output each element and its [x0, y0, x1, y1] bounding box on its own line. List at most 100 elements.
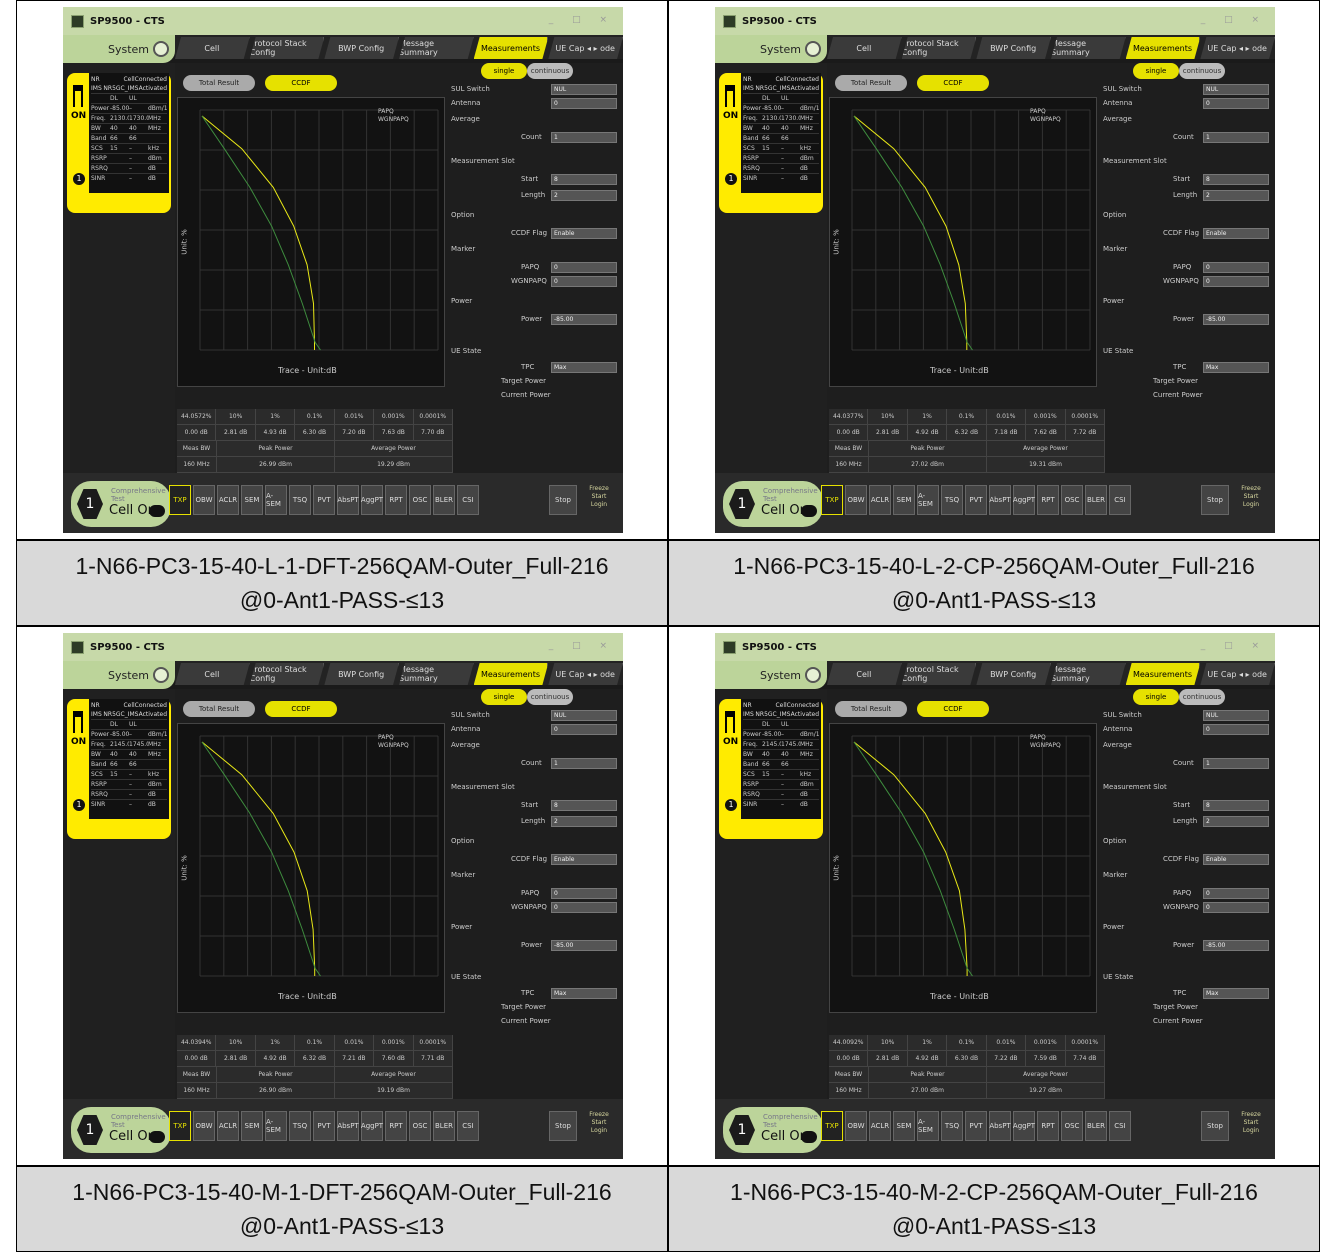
test-button-tsq[interactable]: TSQ — [941, 485, 963, 515]
setting-length-input[interactable]: 2 — [551, 816, 617, 827]
setting-ccdf-flag-input[interactable]: Enable — [551, 228, 617, 239]
window-controls[interactable]: _ □ × — [1201, 641, 1267, 651]
mode-continuous-button[interactable]: continuous — [527, 689, 573, 705]
setting-ccdf-flag-input[interactable]: Enable — [1203, 854, 1269, 865]
setting-sul-switch-input[interactable]: NUL — [551, 84, 617, 95]
setting-antenna-input[interactable]: 0 — [551, 98, 617, 109]
test-button-aclr[interactable]: ACLR — [869, 1111, 891, 1141]
test-button-abspt[interactable]: AbsPT — [989, 485, 1011, 515]
test-button-sem[interactable]: SEM — [893, 1111, 915, 1141]
test-button-rpt[interactable]: RPT — [385, 1111, 407, 1141]
test-button-sem[interactable]: SEM — [241, 1111, 263, 1141]
ccdf-button[interactable]: CCDF — [917, 701, 989, 717]
setting-length-input[interactable]: 2 — [1203, 190, 1269, 201]
tab-message-summary[interactable]: Message Summary — [1051, 37, 1126, 59]
test-button-obw[interactable]: OBW — [193, 1111, 215, 1141]
ccdf-button[interactable]: CCDF — [265, 701, 337, 717]
setting-power-input[interactable]: -85.00 — [551, 940, 617, 951]
tab-ue-cap-ode[interactable]: UE Cap ◂ ▸ ode — [1200, 663, 1275, 685]
cell-on-toggle[interactable] — [801, 1131, 817, 1143]
test-button-asem[interactable]: A-SEM — [265, 485, 287, 515]
setting-wgnpapq-input[interactable]: 0 — [551, 276, 617, 287]
cell-on-toggle[interactable] — [149, 1131, 165, 1143]
cell-on-control[interactable]: 1 Comprehensive Test Cell On — [723, 481, 823, 527]
tab-message-summary[interactable]: Message Summary — [399, 663, 474, 685]
tab-cell[interactable]: Cell — [175, 663, 250, 685]
test-button-obw[interactable]: OBW — [193, 485, 215, 515]
test-button-bler[interactable]: BLER — [433, 1111, 455, 1141]
tab-protocol-stack-config[interactable]: Protocol Stack Config — [249, 37, 325, 59]
tab-message-summary[interactable]: Message Summary — [1051, 663, 1126, 685]
tab-cell[interactable]: Cell — [827, 663, 902, 685]
total-result-button[interactable]: Total Result — [183, 701, 255, 717]
test-button-csi[interactable]: CSI — [1109, 1111, 1131, 1141]
test-button-pvt[interactable]: PVT — [313, 1111, 335, 1141]
test-button-osc[interactable]: OSC — [1061, 1111, 1083, 1141]
test-button-osc[interactable]: OSC — [1061, 485, 1083, 515]
test-button-txp[interactable]: TXP — [821, 485, 843, 515]
tab-measurements[interactable]: Measurements — [473, 37, 549, 59]
setting-power-input[interactable]: -85.00 — [551, 314, 617, 325]
tab-message-summary[interactable]: Message Summary — [399, 37, 474, 59]
test-button-asem[interactable]: A-SEM — [265, 1111, 287, 1141]
tab-protocol-stack-config[interactable]: Protocol Stack Config — [249, 663, 325, 685]
test-button-sem[interactable]: SEM — [893, 485, 915, 515]
tab-ue-cap-ode[interactable]: UE Cap ◂ ▸ ode — [548, 37, 623, 59]
window-controls[interactable]: _ □ × — [549, 641, 615, 651]
setting-sul-switch-input[interactable]: NUL — [1203, 84, 1269, 95]
test-button-bler[interactable]: BLER — [1085, 485, 1107, 515]
setting-wgnpapq-input[interactable]: 0 — [551, 902, 617, 913]
system-button[interactable]: System — [63, 661, 175, 689]
setting-papq-input[interactable]: 0 — [1203, 262, 1269, 273]
test-button-osc[interactable]: OSC — [409, 1111, 431, 1141]
tab-cell[interactable]: Cell — [175, 37, 250, 59]
mode-single-button[interactable]: single — [481, 63, 527, 79]
test-button-pvt[interactable]: PVT — [313, 485, 335, 515]
test-button-aclr[interactable]: ACLR — [217, 1111, 239, 1141]
tab-measurements[interactable]: Measurements — [1125, 37, 1201, 59]
test-button-tsq[interactable]: TSQ — [289, 485, 311, 515]
test-button-bler[interactable]: BLER — [433, 485, 455, 515]
setting-tpc-input[interactable]: Max — [1203, 362, 1269, 373]
system-button[interactable]: System — [715, 661, 827, 689]
setting-papq-input[interactable]: 0 — [1203, 888, 1269, 899]
setting-power-input[interactable]: -85.00 — [1203, 314, 1269, 325]
cell-on-control[interactable]: 1 Comprehensive Test Cell On — [723, 1107, 823, 1153]
test-button-abspt[interactable]: AbsPT — [337, 1111, 359, 1141]
tab-measurements[interactable]: Measurements — [1125, 663, 1201, 685]
setting-length-input[interactable]: 2 — [1203, 816, 1269, 827]
test-button-rpt[interactable]: RPT — [1037, 1111, 1059, 1141]
setting-power-input[interactable]: -85.00 — [1203, 940, 1269, 951]
test-button-pvt[interactable]: PVT — [965, 485, 987, 515]
setting-start-input[interactable]: 8 — [1203, 800, 1269, 811]
test-button-sem[interactable]: SEM — [241, 485, 263, 515]
setting-tpc-input[interactable]: Max — [551, 988, 617, 999]
test-button-obw[interactable]: OBW — [845, 485, 867, 515]
mode-single-button[interactable]: single — [1133, 63, 1179, 79]
test-button-aggpt[interactable]: AggPT — [1013, 1111, 1035, 1141]
test-button-asem[interactable]: A-SEM — [917, 1111, 939, 1141]
stop-button[interactable]: Stop — [549, 1111, 577, 1141]
total-result-button[interactable]: Total Result — [183, 75, 255, 91]
ccdf-button[interactable]: CCDF — [917, 75, 989, 91]
setting-length-input[interactable]: 2 — [551, 190, 617, 201]
test-button-aclr[interactable]: ACLR — [869, 485, 891, 515]
mode-continuous-button[interactable]: continuous — [1179, 63, 1225, 79]
cell-on-toggle[interactable] — [801, 505, 817, 517]
setting-antenna-input[interactable]: 0 — [551, 724, 617, 735]
setting-count-input[interactable]: 1 — [551, 132, 617, 143]
setting-ccdf-flag-input[interactable]: Enable — [1203, 228, 1269, 239]
tab-ue-cap-ode[interactable]: UE Cap ◂ ▸ ode — [548, 663, 623, 685]
test-button-txp[interactable]: TXP — [169, 485, 191, 515]
mode-continuous-button[interactable]: continuous — [1179, 689, 1225, 705]
stop-button[interactable]: Stop — [1201, 1111, 1229, 1141]
test-button-aclr[interactable]: ACLR — [217, 485, 239, 515]
tab-cell[interactable]: Cell — [827, 37, 902, 59]
setting-wgnpapq-input[interactable]: 0 — [1203, 902, 1269, 913]
stop-button[interactable]: Stop — [1201, 485, 1229, 515]
system-button[interactable]: System — [715, 35, 827, 63]
tab-ue-cap-ode[interactable]: UE Cap ◂ ▸ ode — [1200, 37, 1275, 59]
test-button-bler[interactable]: BLER — [1085, 1111, 1107, 1141]
setting-count-input[interactable]: 1 — [1203, 132, 1269, 143]
setting-tpc-input[interactable]: Max — [551, 362, 617, 373]
